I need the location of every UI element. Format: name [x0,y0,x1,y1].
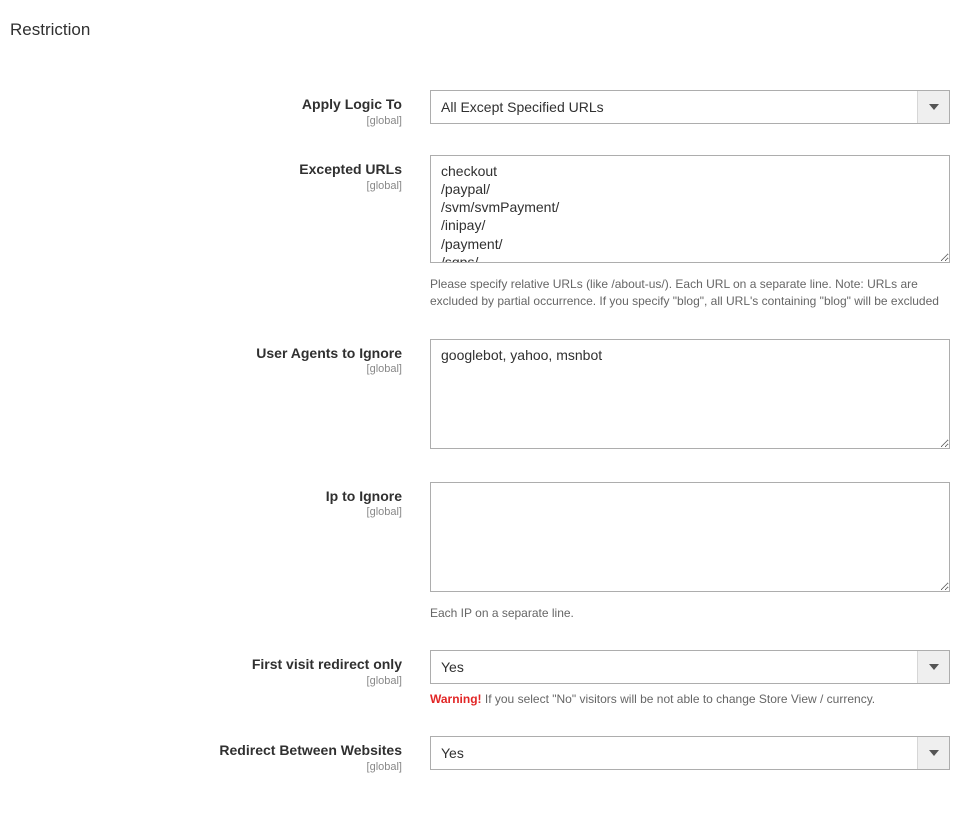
redirect-between-select[interactable]: Yes [430,736,950,770]
label-excepted-urls: Excepted URLs [10,161,402,178]
section-title: Restriction [10,20,960,40]
user-agents-textarea[interactable] [430,339,950,449]
label-ip-ignore: Ip to Ignore [10,488,402,505]
field-excepted-urls: Excepted URLs [global] Please specify re… [10,155,960,311]
label-user-agents: User Agents to Ignore [10,345,402,362]
scope-label: [global] [10,761,402,773]
field-apply-logic: Apply Logic To [global] All Except Speci… [10,90,960,127]
label-apply-logic: Apply Logic To [10,96,402,113]
warning-label: Warning! [430,692,482,706]
ip-ignore-textarea[interactable] [430,482,950,592]
excepted-urls-textarea[interactable] [430,155,950,263]
apply-logic-select[interactable]: All Except Specified URLs [430,90,950,124]
ip-ignore-note: Each IP on a separate line. [430,605,950,622]
scope-label: [global] [10,180,402,192]
label-first-visit: First visit redirect only [10,656,402,673]
first-visit-warning: Warning! If you select "No" visitors wil… [430,690,950,708]
scope-label: [global] [10,506,402,518]
excepted-urls-note: Please specify relative URLs (like /abou… [430,276,950,311]
field-user-agents: User Agents to Ignore [global] [10,339,960,454]
scope-label: [global] [10,115,402,127]
warning-text: If you select "No" visitors will be not … [482,692,876,706]
field-ip-ignore: Ip to Ignore [global] Each IP on a separ… [10,482,960,622]
scope-label: [global] [10,363,402,375]
field-first-visit: First visit redirect only [global] Yes W… [10,650,960,708]
scope-label: [global] [10,675,402,687]
first-visit-select[interactable]: Yes [430,650,950,684]
field-redirect-between: Redirect Between Websites [global] Yes [10,736,960,773]
label-redirect-between: Redirect Between Websites [10,742,402,759]
